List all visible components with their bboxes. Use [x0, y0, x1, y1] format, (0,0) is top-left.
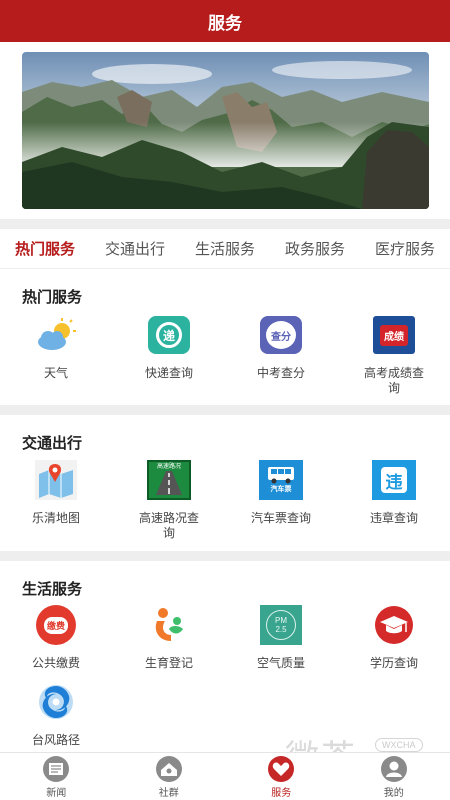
service-exam-score[interactable]: 查分 中考查分: [231, 313, 331, 381]
bus-icon: 汽车票: [259, 458, 303, 502]
service-label: 高速路况查询: [139, 511, 200, 540]
service-violation-query[interactable]: 违 违章查询: [344, 458, 444, 526]
service-birth-registration[interactable]: 生育登记: [119, 603, 219, 671]
watermark-badge: WXCHA: [375, 738, 423, 752]
service-label: 中考查分: [256, 366, 305, 380]
payment-icon: 缴费: [34, 603, 78, 647]
service-highway-status[interactable]: 高速路况 高速路况查询: [119, 458, 219, 541]
nav-community[interactable]: 社群: [129, 755, 209, 799]
tab-traffic[interactable]: 交通出行: [103, 238, 167, 259]
service-label: 高考成绩查询: [364, 366, 425, 395]
tab-government-services[interactable]: 政务服务: [283, 238, 347, 259]
bottom-navigation: 新闻 社群 服务 我的: [0, 752, 450, 800]
service-weather[interactable]: 天气: [6, 313, 106, 381]
exam-score-icon: 查分: [259, 313, 303, 357]
news-icon: [40, 755, 72, 783]
section-separator: [0, 551, 450, 561]
nav-service[interactable]: 服务: [241, 755, 321, 799]
section-separator: [0, 219, 450, 229]
service-public-payment[interactable]: 缴费 公共缴费: [6, 603, 106, 671]
violation-icon-glyph: 违: [381, 467, 407, 493]
payment-icon-glyph: 缴费: [43, 616, 68, 634]
service-label: 公共缴费: [31, 656, 80, 670]
highway-icon: 高速路况: [147, 458, 191, 502]
section-separator: [0, 405, 450, 415]
service-air-quality[interactable]: PM 2.5 空气质量: [231, 603, 331, 671]
mountain-landscape-image: [22, 52, 429, 209]
nav-label: 新闻: [46, 787, 67, 799]
nav-profile[interactable]: 我的: [354, 755, 434, 799]
express-icon: 递: [147, 313, 191, 357]
community-icon: [153, 755, 185, 783]
section-title-hot: 热门服务: [22, 289, 83, 306]
service-label: 空气质量: [256, 656, 305, 670]
page-title: 服务: [208, 13, 242, 33]
banner-image[interactable]: [22, 52, 429, 209]
service-label: 汽车票查询: [251, 511, 312, 525]
gaokao-icon-glyph: 成绩: [380, 324, 408, 346]
service-map[interactable]: 乐清地图: [6, 458, 106, 526]
pm-value: 2.5: [275, 625, 287, 634]
profile-icon: [378, 755, 410, 783]
section-title-life: 生活服务: [22, 581, 83, 598]
bus-icon-text: 汽车票: [270, 486, 292, 493]
service-icon: [265, 755, 297, 783]
service-label: 学历查询: [369, 656, 418, 670]
service-label: 乐清地图: [31, 511, 80, 525]
service-label: 生育登记: [144, 656, 193, 670]
nav-label: 服务: [271, 787, 292, 799]
typhoon-icon: [34, 680, 78, 724]
education-icon: [372, 603, 416, 647]
page-title-bar: 服务: [0, 0, 450, 42]
tab-hot-services[interactable]: 热门服务: [13, 238, 77, 259]
highway-icon-text: 高速路况: [156, 464, 181, 470]
birth-icon: [147, 603, 191, 647]
nav-label: 社群: [158, 787, 179, 799]
service-label: 天气: [43, 366, 68, 380]
map-icon: [34, 458, 78, 502]
service-typhoon-path[interactable]: 台风路径: [6, 680, 106, 748]
gaokao-icon: 成绩: [372, 313, 416, 357]
tab-medical-services[interactable]: 医疗服务: [373, 238, 437, 259]
service-category-tabs: 热门服务 交通出行 生活服务 政务服务 医疗服务: [0, 229, 450, 269]
express-icon-glyph: 递: [156, 322, 182, 348]
exam-icon-glyph: 查分: [266, 321, 296, 349]
service-gaokao-score[interactable]: 成绩 高考成绩查询: [344, 313, 444, 396]
service-express-query[interactable]: 递 快递查询: [119, 313, 219, 381]
service-bus-ticket[interactable]: 汽车票 汽车票查询: [231, 458, 331, 526]
service-label: 违章查询: [369, 511, 418, 525]
service-label: 台风路径: [31, 733, 80, 747]
service-label: 快递查询: [144, 366, 193, 380]
service-education-query[interactable]: 学历查询: [344, 603, 444, 671]
violation-icon: 违: [372, 458, 416, 502]
air-quality-icon: PM 2.5: [259, 603, 303, 647]
pm-label: PM: [275, 616, 287, 625]
tab-life-services[interactable]: 生活服务: [193, 238, 257, 259]
nav-news[interactable]: 新闻: [16, 755, 96, 799]
nav-label: 我的: [383, 787, 404, 799]
weather-icon: [34, 313, 78, 357]
section-title-traffic: 交通出行: [22, 435, 83, 452]
